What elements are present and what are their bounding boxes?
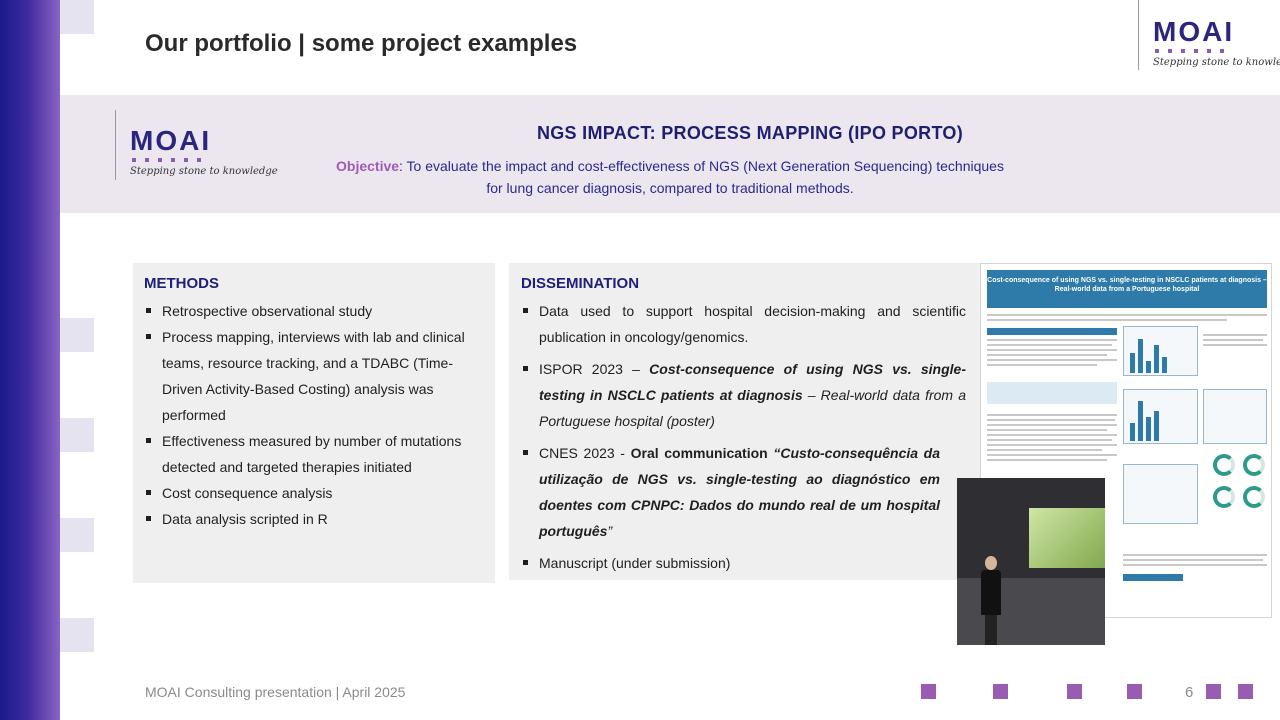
- ispor-prefix: ISPOR 2023 –: [539, 361, 650, 377]
- logo-dots: [1155, 49, 1280, 53]
- poster-donut: [1213, 486, 1235, 508]
- objective-label: Objective: [336, 158, 400, 174]
- list-item: Process mapping, interviews with lab and…: [144, 324, 483, 428]
- logo-divider: [1138, 0, 1139, 70]
- poster-line: [1123, 564, 1267, 566]
- footer-square: [1206, 684, 1221, 699]
- poster-line: [987, 434, 1117, 436]
- methods-box: METHODS Retrospective observational stud…: [133, 263, 495, 583]
- logo-tagline: Stepping stone to knowledge: [130, 166, 278, 177]
- poster-donut: [1243, 486, 1265, 508]
- poster-line: [987, 354, 1107, 356]
- poster-line: [987, 454, 1117, 456]
- poster-chart: [1123, 389, 1198, 444]
- methods-heading: METHODS: [144, 275, 219, 292]
- slide-title: Our portfolio | some project examples: [145, 30, 578, 57]
- poster-header: Cost-consequence of using NGS vs. single…: [987, 270, 1267, 308]
- poster-bar: [1154, 345, 1159, 373]
- list-item: CNES 2023 - Oral communication “Custo-co…: [521, 440, 966, 544]
- poster-section: [987, 382, 1117, 404]
- edge-square: [60, 518, 94, 552]
- poster-line: [987, 344, 1112, 346]
- logo-divider: [115, 110, 116, 180]
- poster-bar: [1154, 411, 1159, 441]
- poster-line: [987, 414, 1117, 416]
- conference-photo: [957, 478, 1105, 645]
- cnes-prefix: CNES 2023 -: [539, 445, 631, 461]
- project-banner: MOAI Stepping stone to knowledge NGS IMP…: [60, 95, 1280, 213]
- poster-bar: [1138, 339, 1143, 373]
- logo-word: MOAI: [1153, 16, 1235, 47]
- footer-square: [1067, 684, 1082, 699]
- poster-section: [1123, 574, 1183, 581]
- photo-wall: [957, 578, 1105, 645]
- poster-line: [1203, 334, 1267, 336]
- poster-donut: [1213, 454, 1235, 476]
- poster-bar: [1146, 417, 1151, 441]
- project-objective: Objective: To evaluate the impact and co…: [330, 155, 1010, 199]
- poster-line: [1123, 554, 1267, 556]
- poster-line: [987, 364, 1097, 366]
- objective-text: : To evaluate the impact and cost-effect…: [399, 158, 1004, 196]
- poster-line: [987, 444, 1117, 446]
- poster-line: [987, 319, 1227, 321]
- poster-chart: [1123, 326, 1198, 376]
- page-number: 6: [1185, 684, 1194, 701]
- poster-line: [987, 459, 1107, 461]
- dissemination-box: DISSEMINATION Data used to support hospi…: [509, 263, 980, 580]
- list-item: Manuscript (under submission): [521, 550, 966, 576]
- poster-line: [987, 439, 1112, 441]
- footer-square: [1127, 684, 1142, 699]
- poster-line: [1123, 559, 1263, 561]
- poster-bar: [1162, 357, 1167, 373]
- poster-title: Cost-consequence of using NGS vs. single…: [987, 277, 1267, 293]
- projection-screen: [1029, 508, 1105, 568]
- poster-line: [987, 424, 1117, 426]
- poster-bar: [1146, 361, 1151, 373]
- footer-square: [921, 684, 936, 699]
- list-item: Data analysis scripted in R: [144, 506, 483, 532]
- presenter-head: [985, 556, 997, 570]
- poster-line: [987, 419, 1115, 421]
- list-item: Cost consequence analysis: [144, 480, 483, 506]
- poster-bar: [1130, 353, 1135, 373]
- presenter-body: [981, 570, 1001, 615]
- poster-bar: [1138, 401, 1143, 441]
- footer-square: [993, 684, 1008, 699]
- list-item: ISPOR 2023 – Cost-consequence of using N…: [521, 356, 966, 434]
- poster-chart: [1203, 389, 1267, 444]
- poster-line: [987, 349, 1117, 351]
- poster-line: [987, 314, 1267, 316]
- poster-line: [987, 429, 1107, 431]
- poster-line: [987, 449, 1102, 451]
- logo-dots: [132, 158, 278, 162]
- poster-line: [987, 359, 1117, 361]
- moai-logo: MOAI Stepping stone to knowledge: [1153, 16, 1280, 69]
- presenter-legs: [985, 615, 997, 645]
- poster-line: [1203, 344, 1267, 346]
- methods-list: Retrospective observational study Proces…: [144, 298, 483, 532]
- slide-footer: MOAI Consulting presentation | April 202…: [145, 684, 406, 700]
- edge-square: [60, 418, 94, 452]
- list-item: Data used to support hospital decision-m…: [521, 298, 966, 350]
- poster-line: [987, 339, 1117, 341]
- dissemination-list: Data used to support hospital decision-m…: [521, 298, 966, 576]
- poster-bar: [1130, 423, 1135, 441]
- poster-line: [1203, 339, 1263, 341]
- footer-square: [1238, 684, 1253, 699]
- list-item: Effectiveness measured by number of muta…: [144, 428, 483, 480]
- edge-square: [60, 618, 94, 652]
- cnes-bold: Oral communication: [630, 445, 768, 461]
- list-item: Retrospective observational study: [144, 298, 483, 324]
- edge-square: [60, 0, 94, 34]
- dissemination-heading: DISSEMINATION: [521, 275, 640, 292]
- edge-square: [60, 318, 94, 352]
- left-accent-bar: [0, 0, 60, 720]
- poster-donut: [1243, 454, 1265, 476]
- poster-section: [987, 328, 1117, 335]
- logo-tagline: Stepping stone to knowledge: [1153, 57, 1280, 68]
- cnes-suffix: ”: [607, 523, 613, 539]
- project-title: NGS IMPACT: PROCESS MAPPING (IPO PORTO): [536, 123, 964, 143]
- poster-chart: [1123, 464, 1198, 524]
